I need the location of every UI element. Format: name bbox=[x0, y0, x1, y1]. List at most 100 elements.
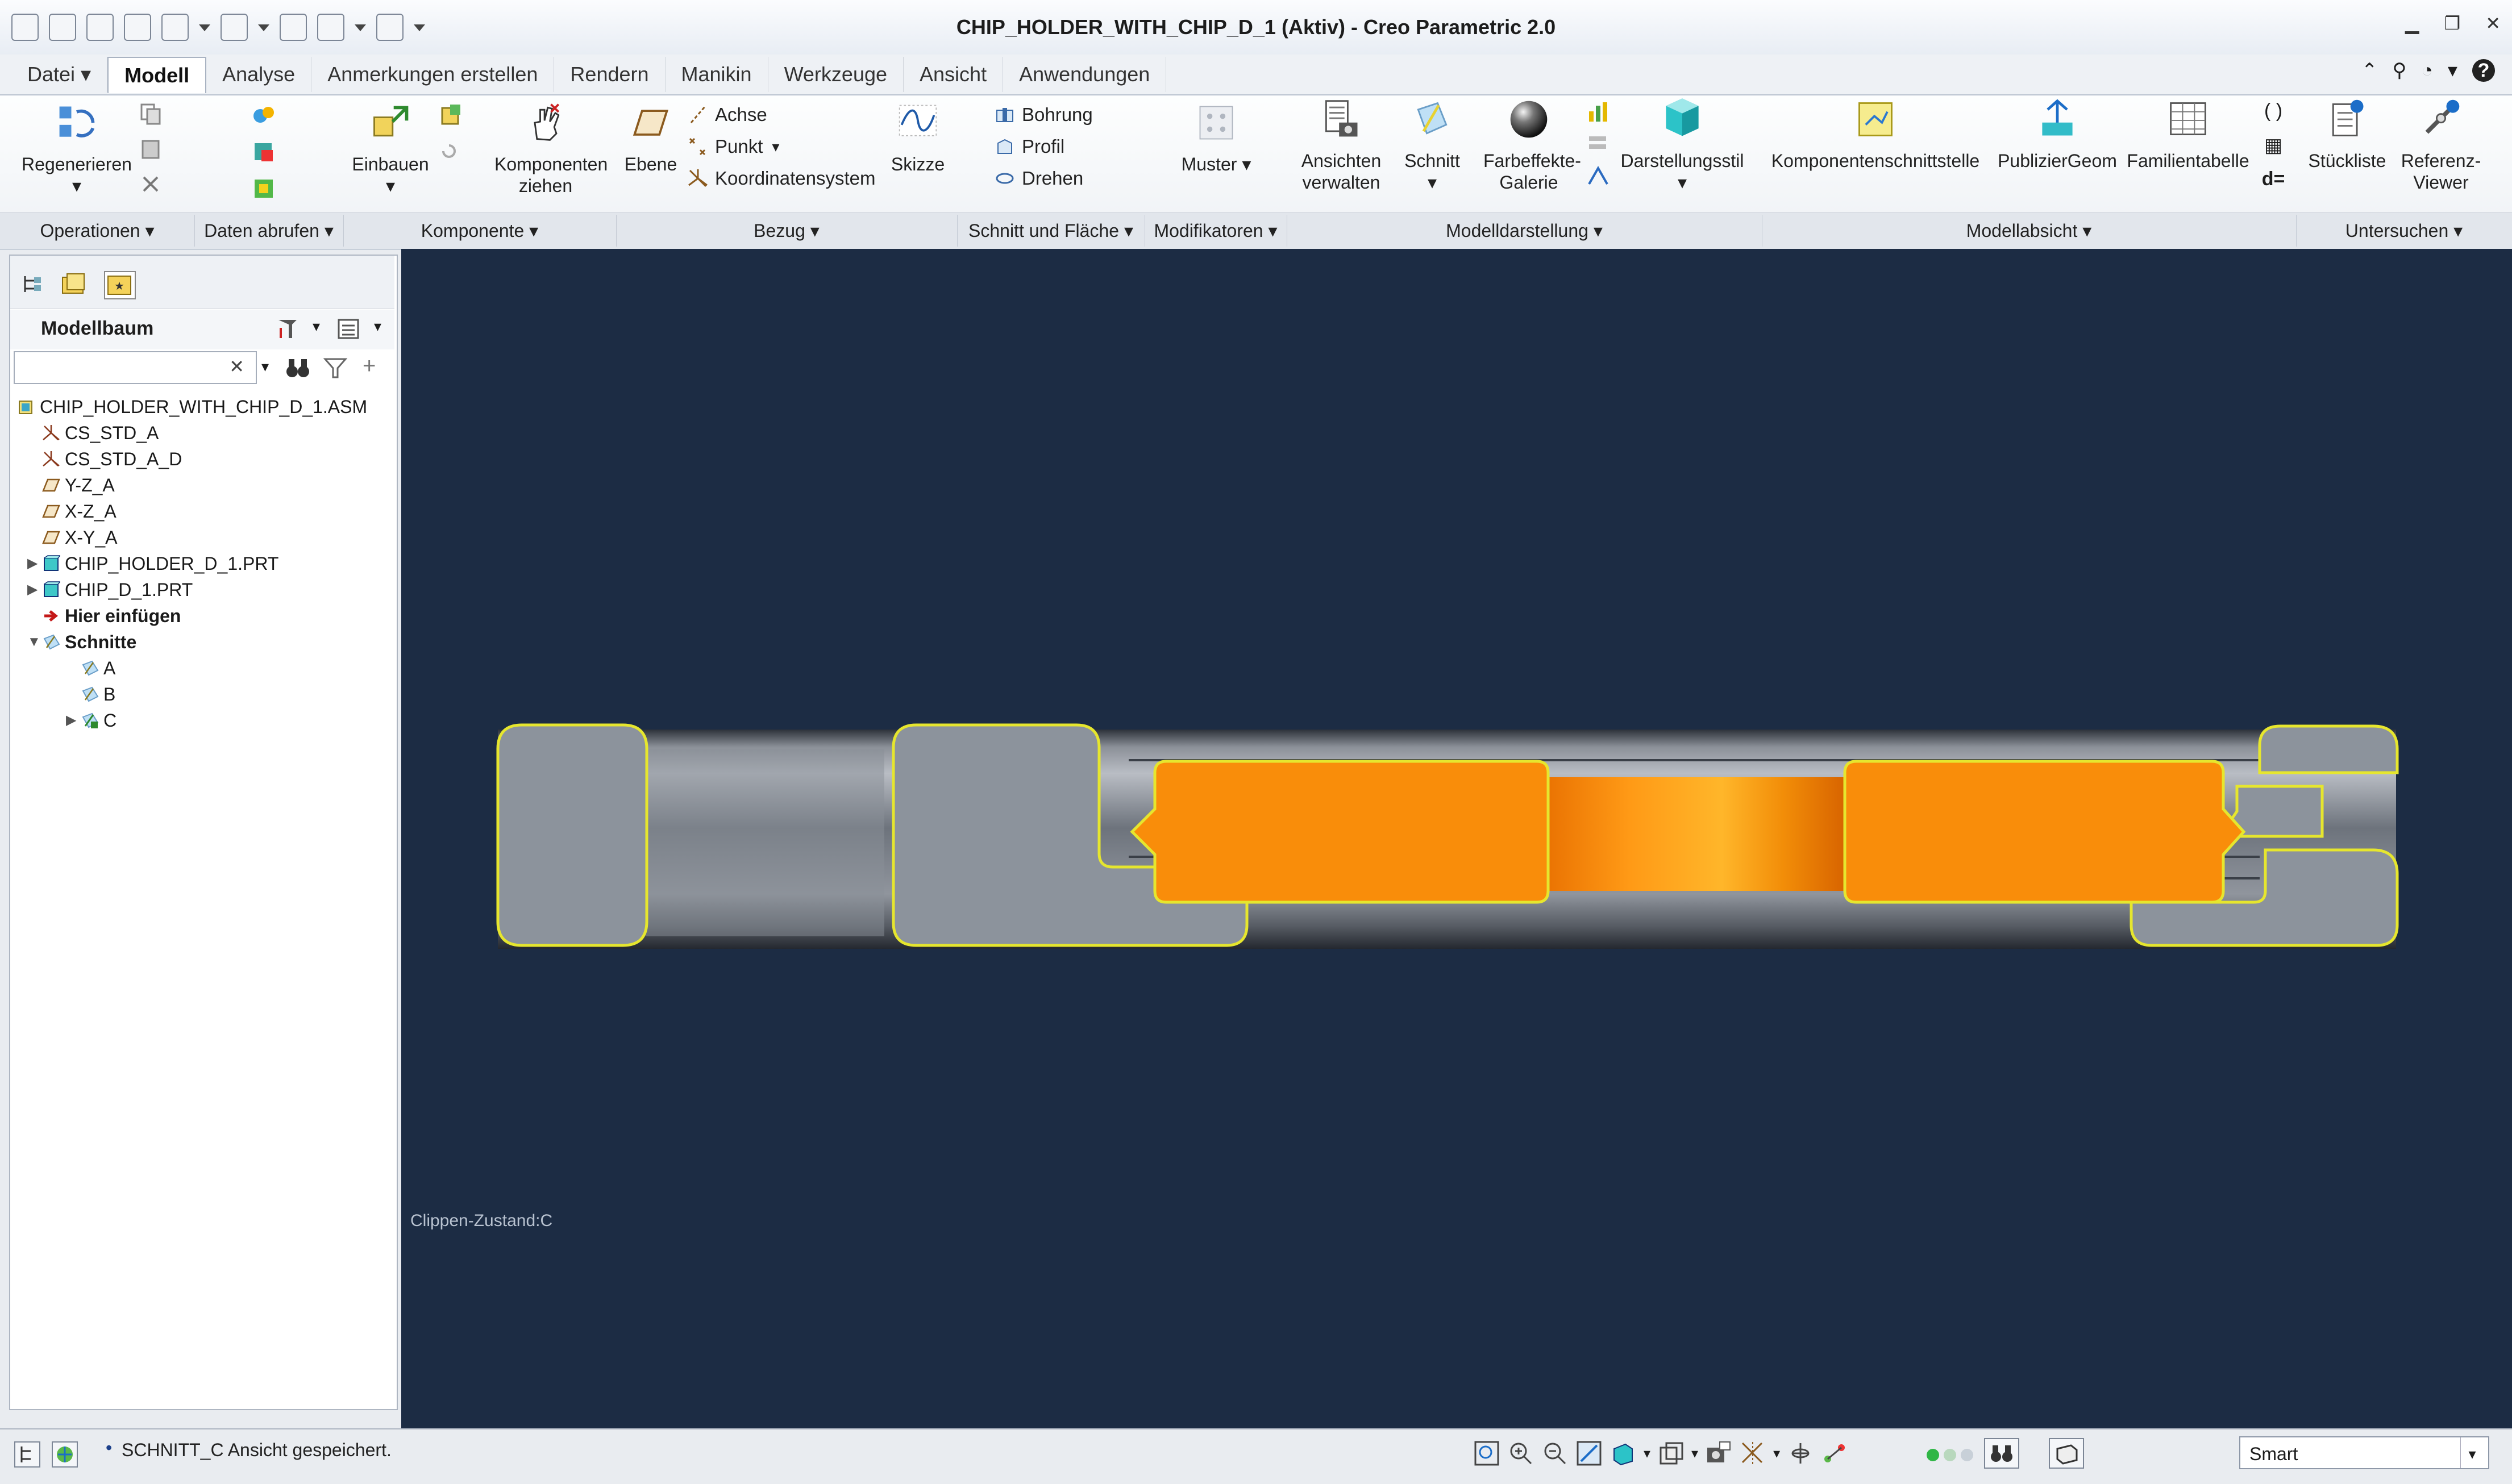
referenz-viewer-button[interactable]: Referenz- Viewer bbox=[2393, 98, 2489, 193]
repeat-icon[interactable] bbox=[438, 140, 460, 162]
repaint-icon[interactable] bbox=[1575, 1440, 1603, 1467]
group-bezug[interactable]: Bezug ▾ bbox=[616, 215, 958, 247]
new-file-icon[interactable] bbox=[49, 14, 76, 41]
app-icon[interactable] bbox=[11, 14, 39, 41]
tree-item[interactable]: B bbox=[66, 682, 115, 707]
search-icon[interactable]: ⚲ bbox=[2392, 59, 2406, 82]
group-daten-abrufen[interactable]: Daten abrufen ▾ bbox=[194, 215, 344, 247]
show-dropdown-icon[interactable]: ▾ bbox=[374, 318, 381, 335]
tree-item[interactable]: CS_STD_A_D bbox=[27, 447, 182, 472]
zoom-out-icon[interactable] bbox=[1541, 1440, 1569, 1467]
ebene-button[interactable]: Ebene bbox=[619, 101, 682, 175]
tree-settings-icon[interactable] bbox=[275, 316, 300, 341]
group-operationen[interactable]: Operationen ▾ bbox=[0, 215, 195, 247]
expand-arrow-icon[interactable]: ▶ bbox=[27, 577, 42, 602]
navigator-toggle-icon[interactable] bbox=[14, 1441, 41, 1468]
select-box-icon[interactable] bbox=[2048, 1437, 2085, 1469]
add-icon[interactable]: + bbox=[363, 353, 376, 379]
save-icon[interactable] bbox=[124, 14, 151, 41]
relations-icon[interactable]: ( ) bbox=[2256, 100, 2290, 134]
stueckliste-button[interactable]: Stückliste bbox=[2302, 98, 2393, 172]
koordinatensystem-button[interactable]: Koordinatensystem bbox=[688, 162, 892, 194]
tab-werkzeuge[interactable]: Werkzeuge bbox=[768, 57, 904, 92]
copy-geometry-icon[interactable] bbox=[250, 102, 277, 130]
zoom-in-icon[interactable] bbox=[1507, 1440, 1534, 1467]
customize-dropdown-icon[interactable] bbox=[414, 24, 425, 37]
farbeffekte-galerie-button[interactable]: Farbeffekte- Galerie bbox=[1472, 98, 1586, 193]
merge-icon[interactable] bbox=[250, 175, 277, 202]
display-style-icon[interactable] bbox=[1657, 1440, 1685, 1467]
minimize-ribbon-icon[interactable]: ⌃ bbox=[2361, 59, 2378, 82]
redo-dropdown-icon[interactable] bbox=[258, 24, 269, 37]
help-icon[interactable]: ? bbox=[2472, 59, 2495, 82]
regenerate-icon[interactable] bbox=[280, 14, 307, 41]
tree-item[interactable]: CS_STD_A bbox=[27, 420, 159, 445]
layers-icon[interactable] bbox=[1586, 132, 1611, 157]
ansichten-verwalten-button[interactable]: Ansichten verwalten bbox=[1284, 98, 1398, 193]
darstellungsstil-button[interactable]: Darstellungsstil ▾ bbox=[1620, 91, 1745, 193]
annotation-display-icon[interactable] bbox=[1821, 1440, 1848, 1467]
tree-item[interactable]: ▶ CHIP_D_1.PRT bbox=[27, 577, 193, 602]
publiziergeom-button[interactable]: PublizierGeom bbox=[1989, 98, 2126, 172]
punkt-button[interactable]: Punkt ▾ bbox=[688, 131, 892, 162]
close-icon[interactable]: ✕ bbox=[2485, 12, 2501, 34]
folder-browser-tab-icon[interactable] bbox=[60, 272, 89, 297]
skizze-button[interactable]: Skizze bbox=[881, 101, 955, 175]
find-binoculars-icon[interactable] bbox=[284, 355, 311, 382]
shrinkwrap-icon[interactable] bbox=[250, 139, 277, 166]
tree-item[interactable]: Hier einfügen bbox=[27, 603, 181, 628]
view-manager-status-icon[interactable] bbox=[1705, 1440, 1732, 1467]
filter-icon[interactable] bbox=[323, 356, 348, 381]
tree-item[interactable]: A bbox=[66, 656, 115, 681]
group-modifikatoren[interactable]: Modifikatoren ▾ bbox=[1145, 215, 1287, 247]
tab-anmerkungen[interactable]: Anmerkungen erstellen bbox=[311, 57, 555, 92]
familientabelle-button[interactable]: Familientabelle bbox=[2126, 98, 2251, 172]
browser-toggle-icon[interactable] bbox=[51, 1441, 78, 1468]
collapse-arrow-icon[interactable]: ▼ bbox=[27, 630, 42, 655]
clear-search-icon[interactable]: ✕ bbox=[229, 356, 244, 377]
tab-datei[interactable]: Datei ▾ bbox=[11, 57, 108, 92]
selection-filter-select[interactable]: Smart ▾ bbox=[2239, 1436, 2489, 1469]
orientations-dropdown-icon[interactable]: ▾ bbox=[1644, 1445, 1650, 1462]
minimize-icon[interactable]: ▁ bbox=[2405, 12, 2419, 34]
tree-item[interactable]: ▶ CHIP_HOLDER_D_1.PRT bbox=[27, 551, 278, 576]
find-button-icon[interactable] bbox=[1983, 1437, 2020, 1469]
tab-ansicht[interactable]: Ansicht bbox=[904, 57, 1004, 92]
windows-icon[interactable] bbox=[317, 14, 344, 41]
spin-center-icon[interactable] bbox=[1787, 1440, 1814, 1467]
parameters-icon[interactable]: ▦ bbox=[2256, 134, 2290, 168]
tree-item[interactable]: X-Y_A bbox=[27, 525, 117, 550]
tree-item[interactable]: ▶ C bbox=[66, 708, 117, 733]
muster-button[interactable]: Muster ▾ bbox=[1159, 101, 1273, 175]
group-schnitt-und-flaeche[interactable]: Schnitt und Fläche ▾ bbox=[957, 215, 1145, 247]
expand-arrow-icon[interactable]: ▶ bbox=[66, 708, 81, 733]
datum-display-dropdown-icon[interactable]: ▾ bbox=[1773, 1445, 1780, 1462]
redo-icon[interactable] bbox=[221, 14, 248, 41]
restore-icon[interactable]: ❐ bbox=[2444, 12, 2461, 34]
create-component-icon[interactable] bbox=[438, 102, 465, 130]
tree-search-input[interactable]: ✕ bbox=[14, 351, 257, 384]
saved-orientations-icon[interactable] bbox=[1609, 1440, 1637, 1467]
community-icon[interactable]: ◔ bbox=[2421, 60, 2433, 82]
display-style-dropdown-icon[interactable]: ▾ bbox=[1691, 1445, 1698, 1462]
komponentenschnittstelle-button[interactable]: Komponentenschnittstelle bbox=[1767, 98, 1983, 172]
bohrung-button[interactable]: Bohrung bbox=[995, 99, 1142, 131]
filter-dropdown-icon[interactable]: ▾ bbox=[2460, 1437, 2484, 1468]
perspective-icon[interactable] bbox=[1586, 164, 1611, 189]
komponenten-ziehen-button[interactable]: Komponenten ziehen bbox=[483, 101, 608, 197]
tree-item[interactable]: X-Z_A bbox=[27, 499, 117, 524]
tree-item[interactable]: CHIP_HOLDER_WITH_CHIP_D_1.ASM bbox=[17, 394, 367, 419]
tree-item[interactable]: ▼ Schnitte bbox=[27, 630, 136, 655]
dropdown-icon[interactable]: ▾ bbox=[2448, 59, 2457, 82]
undo-icon[interactable] bbox=[161, 14, 189, 41]
datum-display-icon[interactable] bbox=[1739, 1440, 1766, 1467]
refit-icon[interactable] bbox=[1473, 1440, 1500, 1467]
delete-icon[interactable] bbox=[139, 173, 162, 195]
group-untersuchen[interactable]: Untersuchen ▾ bbox=[2296, 215, 2512, 247]
undo-dropdown-icon[interactable] bbox=[199, 24, 210, 37]
graphics-viewport[interactable]: Clippen-Zustand:C bbox=[401, 249, 2512, 1428]
favorites-tab-icon[interactable]: ★ bbox=[101, 269, 139, 301]
tab-manikin[interactable]: Manikin bbox=[666, 57, 768, 92]
drehen-button[interactable]: Drehen bbox=[995, 162, 1142, 194]
expand-arrow-icon[interactable]: ▶ bbox=[27, 551, 42, 576]
